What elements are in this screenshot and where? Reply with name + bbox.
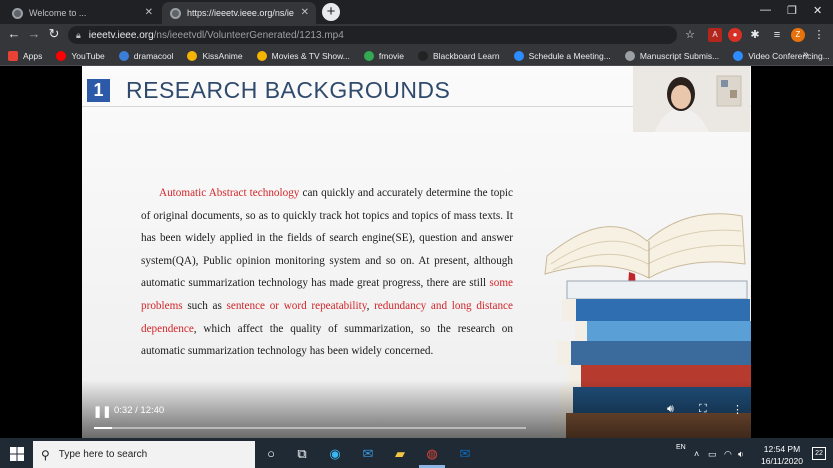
bookmark-item[interactable]: Manuscript Submis... (624, 50, 720, 61)
tab-welcome[interactable]: Welcome to ... ✕ (4, 2, 160, 24)
back-arrow-icon[interactable]: ← (6, 26, 22, 41)
search-placeholder: Type here to search (58, 449, 148, 460)
slide-title: RESEARCH BACKGROUNDS (126, 77, 451, 103)
more-menu-icon[interactable]: ⋮ (812, 28, 826, 42)
extensions-puzzle-icon[interactable]: ✱ (748, 28, 762, 42)
highlighted-phrase: sentence or word repeatability (226, 299, 367, 312)
bookmark-label: Movies & TV Show... (271, 50, 350, 61)
bookmarks-bar: Apps YouTube dramacool KissAnime Movies & TV… (0, 46, 833, 66)
bookmark-item[interactable]: fmovie (363, 50, 404, 61)
globe-icon (624, 50, 635, 61)
bookmark-item[interactable]: YouTube (56, 50, 105, 61)
task-view-icon[interactable]: ⧉ (293, 445, 311, 463)
bookmark-label: Apps (23, 50, 43, 61)
address-bar[interactable]: 🔒︎ ieeetv.ieee.org/ns/ieeetvdl/Volunteer… (68, 26, 677, 44)
wifi-icon[interactable]: ◠ (724, 449, 732, 460)
file-explorer-icon[interactable]: ▰ (391, 445, 409, 463)
clock-time: 12:54 PM (763, 444, 801, 454)
reload-icon[interactable]: ↻ (46, 26, 62, 42)
bookmark-label: fmovie (378, 50, 404, 61)
progress-fill (94, 427, 113, 429)
pause-icon[interactable]: ❚❚ (93, 405, 111, 418)
url-path: /ns/ieeetvdl/VolunteerGenerated/1213.mp4 (153, 29, 344, 41)
bookmark-item[interactable]: Movies & TV Show... (256, 50, 350, 61)
kissanime-icon (187, 50, 198, 61)
chrome-icon[interactable]: ◍ (423, 445, 441, 463)
bookmark-label: Schedule a Meeting... (528, 50, 611, 61)
bookmark-label: Manuscript Submis... (639, 50, 720, 61)
network-icon[interactable]: ▭ (708, 449, 717, 460)
dramacool-icon (118, 50, 129, 61)
adblock-extension-icon[interactable]: ● (728, 28, 742, 42)
search-icon: ⚲ (41, 447, 50, 462)
media-queue-icon[interactable]: ≡ (770, 28, 784, 42)
bookmark-item[interactable]: dramacool (118, 50, 174, 61)
player-controls-overlay (82, 380, 751, 438)
new-tab-button[interactable]: + (322, 3, 340, 21)
blackboard-icon (417, 50, 428, 61)
bookmark-item[interactable]: KissAnime (187, 50, 243, 61)
slide-paragraph: Automatic Abstract technology can quickl… (141, 182, 513, 363)
speaker-icon[interactable]: 🔉︎ (738, 449, 744, 460)
close-tab-icon[interactable]: ✕ (145, 7, 153, 18)
section-number-badge: 1 (87, 79, 110, 102)
presenter-image (633, 66, 750, 132)
tab-video[interactable]: https://ieeetv.ieee.org/ns/ie ✕ (162, 2, 316, 24)
fmovie-icon (363, 50, 374, 61)
tab-favicon-icon (170, 7, 181, 19)
tab-favicon-icon (12, 7, 23, 19)
paragraph-text: such as (182, 299, 227, 312)
bookmark-star-icon[interactable]: ☆ (683, 28, 697, 42)
bookmark-item[interactable]: Video Conferencing... (733, 50, 830, 61)
close-window-icon[interactable]: ✕ (813, 4, 822, 17)
player-more-icon[interactable]: ⋮ (732, 403, 743, 416)
cortana-icon[interactable]: ○ (262, 445, 280, 463)
close-tab-icon[interactable]: ✕ (301, 7, 309, 18)
paragraph-text: , (366, 299, 375, 312)
bookmark-label: YouTube (71, 50, 105, 61)
windows-start-icon[interactable] (10, 447, 24, 461)
zoom-icon (733, 50, 744, 61)
time-display: 0:32 / 12:40 (114, 405, 165, 416)
pdf-extension-icon[interactable]: A (708, 28, 722, 42)
movies-icon (256, 50, 267, 61)
bookmark-label: Video Conferencing... (748, 50, 830, 61)
language-indicator[interactable]: EN (676, 444, 686, 451)
webcam-overlay (633, 66, 750, 132)
clock-date: 16/11/2020 (761, 456, 803, 466)
forward-arrow-icon[interactable]: → (26, 26, 42, 41)
tray-chevron-icon[interactable]: ˄ (694, 449, 699, 459)
maximize-icon[interactable]: ❐ (787, 4, 797, 17)
bookmark-label: Blackboard Learn (432, 50, 500, 61)
bookmark-item[interactable]: Schedule a Meeting... (513, 50, 611, 61)
bookmarks-overflow-icon[interactable]: » (803, 49, 809, 60)
edge-browser-icon[interactable]: ◉ (326, 445, 344, 463)
outlook-icon[interactable]: ✉ (456, 445, 474, 463)
bookmark-label: dramacool (133, 50, 174, 61)
tab-title: https://ieeetv.ieee.org/ns/ie (187, 8, 294, 18)
tab-title: Welcome to ... (29, 8, 87, 18)
progress-bar[interactable] (94, 427, 526, 429)
bookmark-item[interactable]: Apps (8, 50, 43, 61)
youtube-icon (56, 50, 67, 61)
notification-center-icon[interactable]: 22 (812, 447, 826, 460)
taskbar-search-box[interactable]: ⚲ Type here to search (33, 441, 255, 468)
system-clock[interactable]: 12:54 PM 16/11/2020 (752, 443, 812, 467)
lock-icon: 🔒︎ (76, 29, 81, 40)
bookmark-label: KissAnime (202, 50, 243, 61)
mail-icon[interactable]: ✉ (359, 445, 377, 463)
volume-icon[interactable]: 🔊︎ (667, 403, 674, 416)
apps-grid-icon (8, 50, 18, 61)
minimize-icon[interactable]: — (760, 4, 771, 16)
zoom-icon (513, 50, 524, 61)
bookmark-item[interactable]: Blackboard Learn (417, 50, 500, 61)
highlighted-phrase: Automatic Abstract technology (159, 187, 300, 199)
url-host: ieeetv.ieee.org (88, 29, 154, 41)
paragraph-text: can quickly and accurately determine the… (141, 187, 513, 290)
fullscreen-icon[interactable]: ⛶ (699, 403, 707, 416)
profile-avatar[interactable]: Z (791, 28, 805, 42)
paragraph-text: , which affect the quality of summarizat… (141, 322, 513, 358)
